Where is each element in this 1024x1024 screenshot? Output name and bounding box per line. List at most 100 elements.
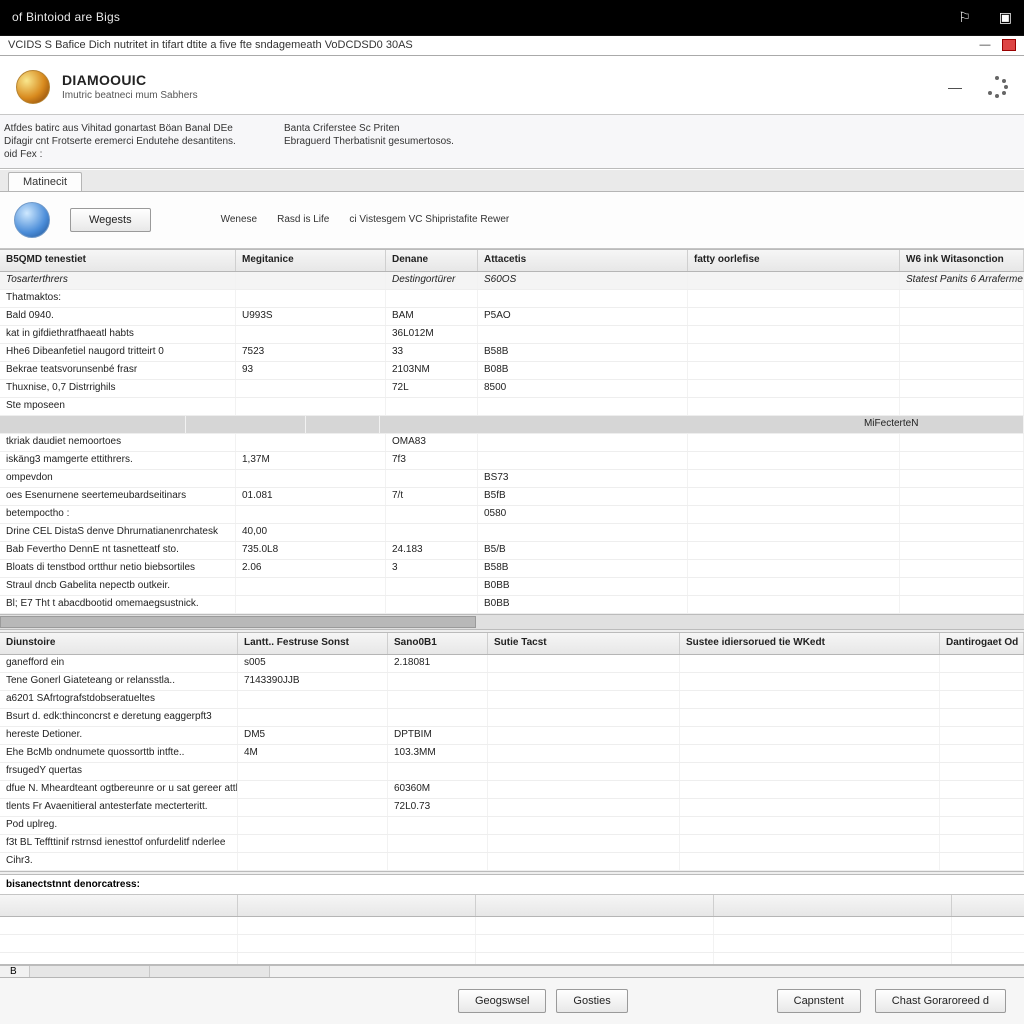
table-row[interactable]: Tene Gonerl Giateteang or relansstla..71…: [0, 673, 1024, 691]
table-row[interactable]: Bloats di tenstbod ortthur netio biebsor…: [0, 560, 1024, 578]
table-row[interactable]: Bald 0940.U993SBAMP5AO: [0, 308, 1024, 326]
table-row[interactable]: Ste mposeen: [0, 398, 1024, 416]
info-field: Difagir cnt Frotserte eremerci Endutehe …: [4, 136, 244, 147]
close-button[interactable]: [1002, 39, 1016, 51]
col-header[interactable]: Sano0B1: [388, 633, 488, 654]
col-header[interactable]: [0, 895, 238, 916]
table-cell: [476, 953, 714, 965]
table-row[interactable]: oes Esenurnene seertemeubardseitinars01.…: [0, 488, 1024, 506]
table-row[interactable]: Cihr3.: [0, 853, 1024, 871]
table-cell: [478, 290, 688, 307]
col-header[interactable]: Sutie Tacst: [488, 633, 680, 654]
table-row[interactable]: Pod uplreg.: [0, 817, 1024, 835]
table-row[interactable]: f3t BL Teffttinif rstrnsd ienesttof onfu…: [0, 835, 1024, 853]
table-cell: kat in gifdiethratfhaeatl habts: [0, 326, 236, 343]
table-row[interactable]: Drine CEL DistaS denve Dhrurnatianenrcha…: [0, 524, 1024, 542]
table-cell: B5/B: [478, 542, 688, 559]
table-cell: [478, 524, 688, 541]
dialog-button-bar: Geogswsel Gosties Capnstent Chast Goraro…: [0, 977, 1024, 1024]
table-row[interactable]: ganefford eins0052.18081: [0, 655, 1024, 673]
chast-button[interactable]: Chast Goraroreed d: [875, 989, 1006, 1013]
tab-matinecit[interactable]: Matinecit: [8, 172, 82, 191]
table-cell: [940, 709, 1024, 726]
col-header[interactable]: Sustee idiersorued tie WKedt: [680, 633, 940, 654]
header-minimize-icon[interactable]: —: [948, 79, 962, 95]
table-cell: Ste mposeen: [0, 398, 236, 415]
table-row[interactable]: Bekrae teatsvorunsenbé frasr932103NMB08B: [0, 362, 1024, 380]
table-row[interactable]: hereste Detioner.DM5DPTBIM: [0, 727, 1024, 745]
table-cell: [238, 917, 476, 934]
toolbar-label: ci Vistesgem VC Shipristafite Rewer: [349, 214, 509, 225]
table-row[interactable]: betempoctho :0580: [0, 506, 1024, 524]
table-row[interactable]: [0, 917, 1024, 935]
geogswsel-button[interactable]: Geogswsel: [458, 989, 546, 1013]
table-cell: [900, 560, 1024, 577]
table-cell: [236, 290, 386, 307]
table-cell: 4M: [238, 745, 388, 762]
col-header[interactable]: [238, 895, 476, 916]
col-header[interactable]: [476, 895, 714, 916]
table-cell: [900, 470, 1024, 487]
col-header[interactable]: fatty oorlefise: [688, 250, 900, 271]
table-cell: Thatmaktos:: [0, 290, 236, 307]
table-row[interactable]: Bab Fevertho DennE nt tasnetteatf sto.73…: [0, 542, 1024, 560]
table-cell: B08B: [478, 362, 688, 379]
tray-icon[interactable]: ▣: [999, 9, 1012, 26]
table-row[interactable]: Thuxnise, 0,7 Distrrighils72L8500: [0, 380, 1024, 398]
table-row[interactable]: kat in gifdiethratfhaeatl habts36L012M: [0, 326, 1024, 344]
table-cell: [488, 781, 680, 798]
grid-middle-header[interactable]: Diunstoire Lantt.. Festruse Sonst Sano0B…: [0, 633, 1024, 655]
grid-bottom-header[interactable]: [0, 895, 1024, 917]
col-header[interactable]: [714, 895, 952, 916]
capnstent-button[interactable]: Capnstent: [777, 989, 861, 1013]
col-header[interactable]: B5QMD tenestiet: [0, 250, 236, 271]
tray-icon[interactable]: ⚐: [958, 9, 971, 26]
table-cell: [900, 326, 1024, 343]
table-cell: [688, 344, 900, 361]
table-cell: [236, 470, 386, 487]
wegests-button[interactable]: Wegests: [70, 208, 151, 232]
col-header[interactable]: Denane: [386, 250, 478, 271]
table-cell: 103.3MM: [388, 745, 488, 762]
table-cell: [238, 853, 388, 870]
table-cell: [238, 781, 388, 798]
table-row[interactable]: Ehe BcMb ondnumete quossorttb intfte..4M…: [0, 745, 1024, 763]
app-subtitle: Imutric beatneci mum Sabhers: [62, 90, 198, 101]
col-header[interactable]: Megitanice: [236, 250, 386, 271]
gosties-button[interactable]: Gosties: [556, 989, 627, 1013]
table-row[interactable]: dfue N. Mheardteant ogtbereunre or u sat…: [0, 781, 1024, 799]
grid-top-header[interactable]: B5QMD tenestiet Megitanice Denane Attace…: [0, 250, 1024, 272]
table-row[interactable]: tlents Fr Avaenitieral antesterfate mect…: [0, 799, 1024, 817]
table-row[interactable]: [0, 935, 1024, 953]
table-cell: [0, 935, 238, 952]
table-row[interactable]: iskäng3 mamgerte ettithrers.1,37M7f3: [0, 452, 1024, 470]
table-row[interactable]: Bsurt d. edk:thinconcrst e deretung eagg…: [0, 709, 1024, 727]
table-cell: [680, 727, 940, 744]
table-cell: [680, 709, 940, 726]
minimize-button[interactable]: —: [978, 39, 992, 51]
col-header[interactable]: Lantt.. Festruse Sonst: [238, 633, 388, 654]
table-row[interactable]: tkriak daudiet nemoortoesOMA83: [0, 434, 1024, 452]
table-row[interactable]: Thatmaktos:: [0, 290, 1024, 308]
grid-top: B5QMD tenestiet Megitanice Denane Attace…: [0, 249, 1024, 630]
table-row[interactable]: frsugedY quertas: [0, 763, 1024, 781]
col-header[interactable]: Diunstoire: [0, 633, 238, 654]
col-header[interactable]: Attacetis: [478, 250, 688, 271]
table-cell: 33: [386, 344, 478, 361]
table-cell: tlents Fr Avaenitieral antesterfate mect…: [0, 799, 238, 816]
scroll-thumb[interactable]: [0, 616, 476, 628]
table-cell: [900, 506, 1024, 523]
col-header[interactable]: Dantirogaet Od: [940, 633, 1024, 654]
main-area: Matinecit Wegests Wenese Rasd is Life ci…: [0, 169, 1024, 977]
table-row[interactable]: a6201 SAfrtografstdobseratueltes: [0, 691, 1024, 709]
sub-header: Destingortürer: [386, 272, 478, 289]
table-row[interactable]: ompevdonBS73: [0, 470, 1024, 488]
table-row[interactable]: Straul dncb Gabelita nepectb outkeir.B0B…: [0, 578, 1024, 596]
table-cell: Tene Gonerl Giateteang or relansstla..: [0, 673, 238, 690]
table-cell: betempoctho :: [0, 506, 236, 523]
table-row[interactable]: [0, 953, 1024, 965]
table-row[interactable]: Hhe6 Dibeanfetiel naugord tritteirt 0752…: [0, 344, 1024, 362]
col-header[interactable]: W6 ink Witasonction: [900, 250, 1024, 271]
horizontal-scrollbar[interactable]: [0, 614, 1024, 629]
table-row[interactable]: Bl; E7 Tht t abacdbootid omemaegsustnick…: [0, 596, 1024, 614]
